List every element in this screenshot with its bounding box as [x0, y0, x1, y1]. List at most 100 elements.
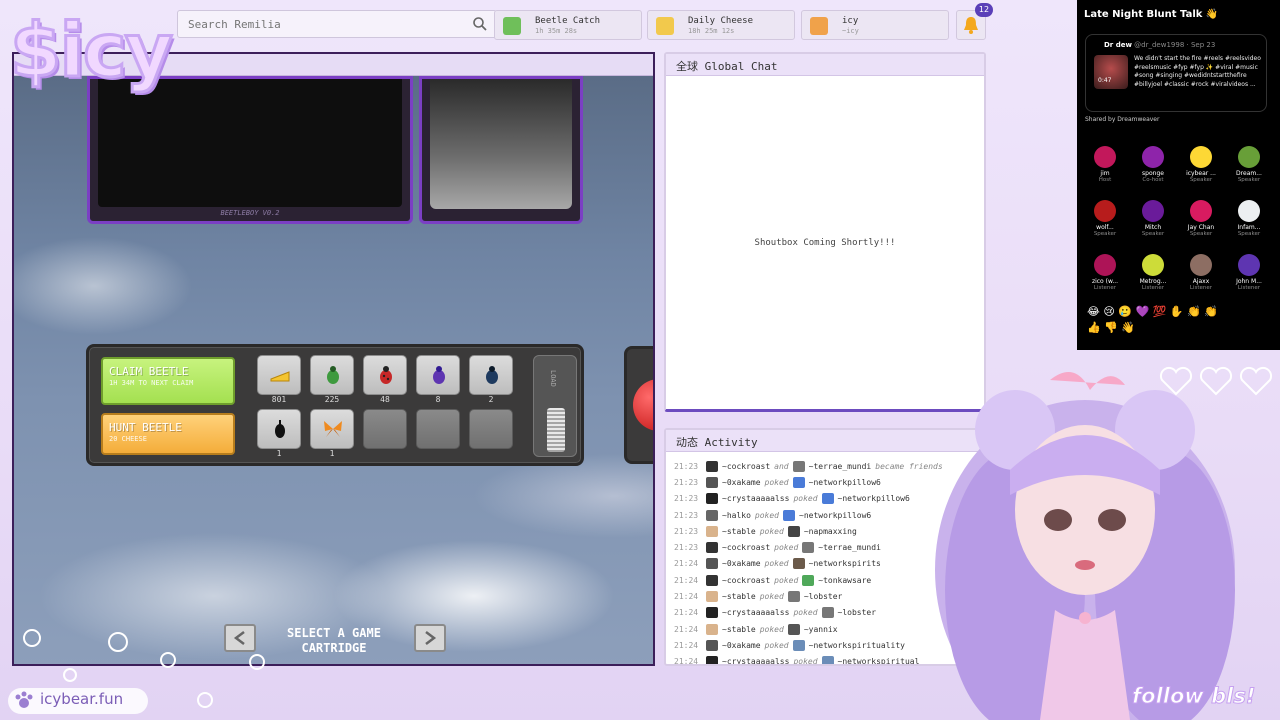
activity-actor[interactable]: ~cockroast [722, 543, 770, 552]
activity-verb: poked [774, 575, 799, 585]
space-participant[interactable]: John M... Listener [1225, 254, 1273, 291]
activity-actor[interactable]: ~0xakame [722, 559, 761, 568]
user-avatar[interactable] [821, 656, 834, 664]
participant-avatar[interactable] [1190, 254, 1212, 276]
activity-target[interactable]: ~napmaxxing [804, 527, 857, 536]
activity-actor[interactable]: ~cockroast [722, 462, 770, 471]
participant-avatar[interactable] [1142, 200, 1164, 222]
inventory-slot-empty[interactable] [363, 409, 407, 449]
user-avatar[interactable] [792, 460, 805, 472]
activity-target[interactable]: ~networkspiritual [838, 657, 920, 664]
participant-avatar[interactable] [1142, 254, 1164, 276]
beetle-catch-chip[interactable]: Beetle Catch 1h 35m 28s [494, 10, 642, 40]
activity-target[interactable]: ~networkpillow6 [799, 511, 871, 520]
participant-avatar[interactable] [1190, 146, 1212, 168]
participant-avatar[interactable] [1238, 200, 1260, 222]
activity-target[interactable]: ~yannix [804, 625, 838, 634]
space-participant[interactable]: sponge Co-host [1129, 146, 1177, 183]
user-avatar[interactable] [787, 525, 800, 537]
inventory-slot-red-beetle[interactable] [363, 355, 407, 395]
cartridge-load-slot[interactable]: LOAD [533, 355, 577, 457]
user-avatar[interactable] [802, 542, 815, 554]
activity-actor[interactable]: ~stable [722, 592, 756, 601]
space-participant[interactable]: Metrog... Listener [1129, 254, 1177, 291]
hunt-beetle-button[interactable]: HUNT BEETLE 20 CHEESE [101, 413, 235, 455]
space-participant[interactable]: zico (w... Listener [1081, 254, 1129, 291]
inventory-slot-empty[interactable] [416, 409, 460, 449]
participant-avatar[interactable] [1094, 200, 1116, 222]
activity-target[interactable]: ~terrae_mundi [809, 462, 872, 471]
activity-target[interactable]: ~networkspirits [809, 559, 881, 568]
activity-actor[interactable]: ~stable [722, 625, 756, 634]
activity-actor[interactable]: ~0xakame [722, 478, 761, 487]
space-participant[interactable]: Dream... Speaker [1225, 146, 1273, 183]
space-participant[interactable]: wolf... Speaker [1081, 200, 1129, 237]
reaction-bar[interactable]: 😂 😢 🥲 💜 💯 ✋ 👏 👏 👍 👎 👋 [1087, 304, 1227, 336]
activity-target[interactable]: ~terrae_mundi [818, 543, 881, 552]
activity-target[interactable]: ~networkspirituality [809, 641, 905, 650]
activity-target[interactable]: ~lobster [838, 608, 877, 617]
user-avatar[interactable] [706, 623, 718, 635]
user-avatar[interactable] [783, 509, 795, 521]
activity-target[interactable]: ~lobster [804, 592, 843, 601]
user-avatar[interactable] [821, 493, 834, 505]
activity-time: 21:23 [674, 526, 699, 536]
user-avatar[interactable] [706, 558, 718, 570]
activity-actor[interactable]: ~0xakame [722, 641, 761, 650]
user-avatar[interactable] [802, 574, 815, 586]
space-participant[interactable]: Ajaxx Listener [1177, 254, 1225, 291]
shared-tweet-card[interactable]: Dr dew @dr_dew1998 · Sep 23 0:47 We didn… [1085, 34, 1267, 112]
activity-target[interactable]: ~networkpillow6 [809, 478, 881, 487]
space-participant[interactable]: Mitch Speaker [1129, 200, 1177, 237]
user-avatar[interactable] [787, 623, 800, 635]
participant-avatar[interactable] [1238, 254, 1260, 276]
inventory-slot-cheese[interactable] [257, 355, 301, 395]
inventory-slot-purple-beetle[interactable] [416, 355, 460, 395]
user-avatar[interactable] [706, 639, 718, 651]
activity-actor[interactable]: ~crystaaaaalss [722, 494, 789, 503]
space-participant[interactable]: jim Host [1081, 146, 1129, 183]
claim-beetle-button[interactable]: CLAIM BEETLE 1H 34M TO NEXT CLAIM [101, 357, 235, 405]
user-avatar[interactable] [706, 525, 718, 537]
user-avatar[interactable] [706, 493, 718, 505]
inventory-slot-butterfly[interactable] [310, 409, 354, 449]
user-avatar[interactable] [706, 591, 718, 603]
inventory-slot-green-beetle[interactable] [310, 355, 354, 395]
user-avatar[interactable] [706, 542, 718, 554]
activity-actor[interactable]: ~crystaaaaalss [722, 608, 789, 617]
activity-actor[interactable]: ~halko [722, 511, 751, 520]
activity-actor[interactable]: ~crystaaaaalss [722, 657, 789, 664]
participant-avatar[interactable] [1238, 146, 1260, 168]
load-handle[interactable] [547, 408, 565, 452]
user-avatar[interactable] [706, 509, 718, 521]
next-cartridge-button[interactable] [414, 624, 446, 652]
space-participant[interactable]: icybear ... Speaker [1177, 146, 1225, 183]
activity-target[interactable]: ~networkpillow6 [838, 494, 910, 503]
user-avatar[interactable] [792, 476, 805, 488]
user-avatar[interactable] [787, 591, 800, 603]
participant-avatar[interactable] [1094, 146, 1116, 168]
inventory-slot-empty[interactable] [469, 409, 513, 449]
user-avatar[interactable] [792, 639, 805, 651]
user-avatar[interactable] [706, 656, 718, 664]
user-avatar[interactable] [706, 574, 718, 586]
user-avatar[interactable] [821, 607, 834, 619]
inventory-slot-black-beetle[interactable] [257, 409, 301, 449]
inventory-slot-blue-beetle[interactable] [469, 355, 513, 395]
participant-avatar[interactable] [1142, 146, 1164, 168]
space-participant[interactable]: Jay Chan Speaker [1177, 200, 1225, 237]
participant-avatar[interactable] [1190, 200, 1212, 222]
activity-actor[interactable]: ~stable [722, 527, 756, 536]
activity-target[interactable]: ~tonkawsare [818, 576, 871, 585]
user-avatar[interactable] [792, 558, 805, 570]
user-avatar[interactable] [706, 460, 718, 472]
participant-avatar[interactable] [1094, 254, 1116, 276]
red-button[interactable] [633, 379, 653, 431]
daily-cheese-chip[interactable]: Daily Cheese 18h 25m 12s [647, 10, 795, 40]
search-icon[interactable] [472, 16, 488, 36]
user-avatar[interactable] [706, 607, 718, 619]
user-avatar[interactable] [706, 476, 718, 488]
space-participant[interactable]: Infam... Speaker [1225, 200, 1273, 237]
activity-actor[interactable]: ~cockroast [722, 576, 770, 585]
profile-chip[interactable]: icy ~icy [801, 10, 949, 40]
